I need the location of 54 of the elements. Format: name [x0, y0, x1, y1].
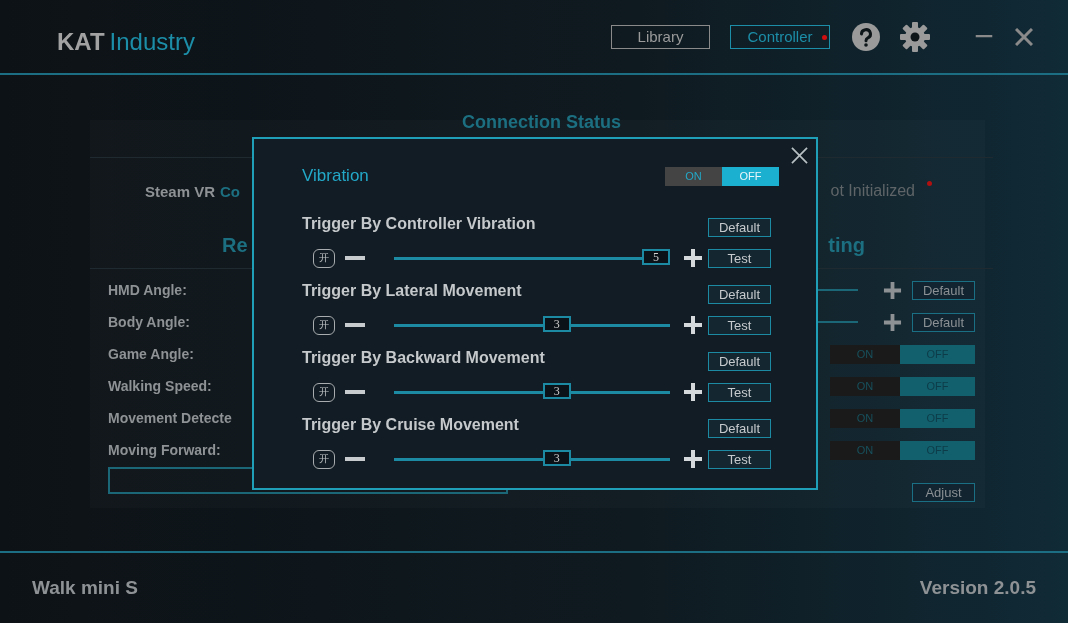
section-title: Connection Status — [461, 112, 622, 134]
switch-key[interactable]: 开 — [313, 248, 335, 268]
settings-icon[interactable] — [900, 21, 930, 52]
plus-icon[interactable] — [883, 280, 902, 300]
test-button[interactable]: Test — [708, 449, 771, 469]
minimize-icon[interactable] — [973, 35, 995, 38]
nav-tab[interactable]: Controller — [730, 24, 830, 49]
default-button[interactable]: Default — [912, 280, 975, 300]
test-button[interactable]: Test — [708, 315, 771, 335]
default-button[interactable]: Default — [912, 312, 975, 332]
default-button[interactable]: Default — [708, 284, 771, 304]
help-icon[interactable] — [852, 22, 880, 51]
slider-track[interactable]: 3 — [394, 449, 670, 469]
brand-name: Industry — [109, 27, 195, 56]
setting-label: HMD Angle: — [108, 282, 187, 298]
on-button[interactable]: ON — [665, 166, 722, 186]
slider-thumb[interactable]: 3 — [542, 383, 571, 399]
version-label: Version 2.0.5 — [919, 577, 1036, 599]
test-button[interactable]: Test — [708, 382, 771, 402]
adjust-button[interactable]: Adjust — [912, 483, 975, 502]
status-value: Co — [220, 182, 241, 200]
nav-tab[interactable]: Library — [611, 24, 710, 49]
default-button[interactable]: Default — [708, 217, 771, 237]
plus-icon[interactable] — [883, 312, 902, 332]
slider-thumb[interactable]: 3 — [542, 316, 571, 332]
close-icon[interactable] — [1015, 27, 1033, 46]
test-button[interactable]: Test — [708, 248, 771, 268]
switch-key[interactable]: 开 — [313, 449, 335, 469]
slider-track[interactable]: 3 — [394, 315, 670, 335]
status-text: ot Initialized — [830, 182, 915, 200]
setting-label: Walking Speed: — [108, 378, 212, 394]
setting-label: Movement Detecte — [108, 410, 232, 426]
slider-thumb[interactable]: 5 — [642, 249, 670, 265]
brand-logo: KAT — [57, 27, 105, 56]
setting-label: Body Angle: — [108, 314, 190, 330]
slider-track[interactable]: 5 — [394, 248, 670, 268]
device-name: Walk mini S — [32, 577, 138, 599]
section-heading: ting — [828, 233, 865, 257]
trigger-label: Trigger By Lateral Movement — [302, 282, 522, 300]
trigger-label: Trigger By Cruise Movement — [302, 416, 519, 434]
default-button[interactable]: Default — [708, 351, 771, 371]
dialog-title: Vibration — [302, 166, 369, 186]
slider-thumb[interactable]: 3 — [542, 450, 571, 466]
trigger-label: Trigger By Controller Vibration — [302, 215, 536, 233]
close-icon[interactable] — [791, 147, 808, 164]
switch-key[interactable]: 开 — [313, 382, 335, 402]
setting-label: Game Angle: — [108, 346, 194, 362]
switch-key[interactable]: 开 — [313, 315, 335, 335]
section-heading: Re — [222, 233, 248, 257]
slider-track[interactable]: 3 — [394, 382, 670, 402]
default-button[interactable]: Default — [708, 418, 771, 438]
status-label: Steam VR — [145, 182, 216, 200]
setting-label: Moving Forward: — [108, 442, 221, 458]
trigger-label: Trigger By Backward Movement — [302, 349, 545, 367]
